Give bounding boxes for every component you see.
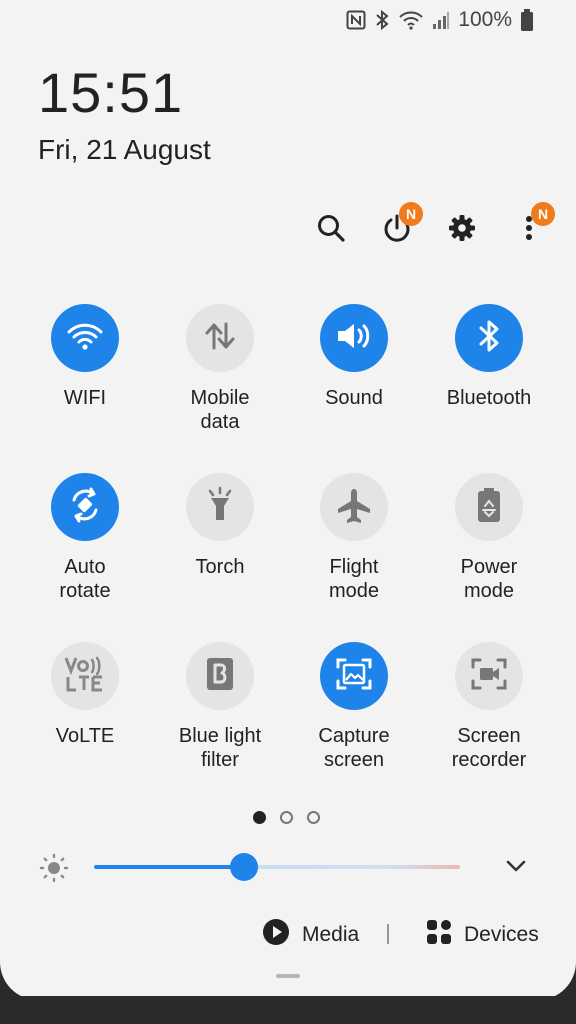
mobile-data-icon	[203, 321, 237, 356]
tile-mobile-data-toggle[interactable]	[186, 304, 254, 372]
page-indicator	[253, 811, 320, 824]
search-button[interactable]	[307, 206, 355, 254]
media-label: Media	[302, 923, 360, 946]
tile-label: Sound	[325, 387, 383, 409]
tile-capture-screen-toggle[interactable]	[320, 642, 388, 710]
clock-date: Fri, 21 August	[38, 134, 211, 165]
tile-label: VoLTE	[55, 725, 115, 747]
tile-capture-screen[interactable]: Capture screen	[287, 642, 421, 772]
screen-recorder-icon	[470, 657, 508, 696]
tile-screen-recorder[interactable]: Screen recorder	[422, 642, 556, 772]
tile-screen-recorder-toggle[interactable]	[455, 642, 523, 710]
page-dot[interactable]	[253, 811, 266, 824]
tile-bluetooth-toggle[interactable]	[455, 304, 523, 372]
tile-volte[interactable]: VoLTE	[18, 642, 152, 748]
drag-handle[interactable]	[276, 974, 300, 978]
tile-label: Torch	[195, 556, 245, 578]
tile-label: Flight mode	[328, 556, 380, 602]
settings-button[interactable]	[438, 206, 486, 254]
tile-wifi[interactable]: WIFI	[18, 304, 152, 410]
signal-icon	[432, 10, 450, 30]
chevron-down-icon[interactable]	[505, 855, 527, 882]
devices-button[interactable]: Devices	[426, 915, 539, 955]
airplane-icon	[335, 486, 373, 529]
battery-icon	[520, 9, 534, 31]
play-icon	[262, 918, 290, 952]
torch-icon	[205, 486, 235, 529]
tile-label: WIFI	[63, 387, 107, 409]
tile-flight-mode-toggle[interactable]	[320, 473, 388, 541]
tile-power-mode[interactable]: Power mode	[422, 473, 556, 603]
tile-blue-light-filter[interactable]: Blue light filter	[153, 642, 287, 772]
tile-auto-rotate-toggle[interactable]	[51, 473, 119, 541]
sound-icon	[334, 320, 374, 357]
gear-icon	[447, 213, 477, 248]
media-button[interactable]: Media	[262, 915, 359, 955]
tile-torch[interactable]: Torch	[153, 473, 287, 579]
tile-blue-light-filter-toggle[interactable]	[186, 642, 254, 710]
tile-auto-rotate[interactable]: Auto rotate	[18, 473, 152, 603]
brightness-control	[0, 845, 576, 889]
tile-torch-toggle[interactable]	[186, 473, 254, 541]
power-mode-icon	[476, 486, 502, 529]
bluetooth-status-icon	[374, 9, 390, 31]
auto-rotate-icon	[66, 486, 104, 529]
wifi-icon	[66, 321, 104, 356]
notification-badge: N	[531, 202, 555, 226]
tile-sound-toggle[interactable]	[320, 304, 388, 372]
background-strip	[0, 996, 576, 1024]
quick-panel: 100% 15:51 Fri, 21 August N N WIFI Mobil…	[0, 0, 576, 1000]
tile-label: Capture screen	[318, 725, 390, 771]
clock-time: 15:51	[38, 61, 184, 124]
tile-mobile-data[interactable]: Mobile data	[153, 304, 287, 434]
search-icon	[316, 213, 346, 248]
status-bar: 100%	[346, 8, 534, 32]
tile-label: Auto rotate	[59, 556, 111, 602]
nfc-icon	[346, 10, 366, 30]
tile-label: Power mode	[460, 556, 518, 602]
power-button[interactable]: N	[373, 202, 423, 254]
devices-icon	[426, 919, 452, 951]
tile-bluetooth[interactable]: Bluetooth	[422, 304, 556, 410]
capture-screen-icon	[335, 657, 373, 696]
battery-percent: 100%	[458, 8, 512, 31]
notification-badge: N	[399, 202, 423, 226]
tile-sound[interactable]: Sound	[287, 304, 421, 410]
brightness-slider-thumb[interactable]	[230, 853, 259, 881]
tile-label: Bluetooth	[446, 387, 532, 409]
tile-volte-toggle[interactable]	[51, 642, 119, 710]
panel-actions: N N	[0, 202, 576, 256]
tile-wifi-toggle[interactable]	[51, 304, 119, 372]
blue-light-icon	[205, 656, 235, 697]
divider	[387, 924, 389, 944]
devices-label: Devices	[464, 923, 539, 946]
page-dot[interactable]	[280, 811, 293, 824]
tile-flight-mode[interactable]: Flight mode	[287, 473, 421, 603]
brightness-slider[interactable]	[94, 865, 460, 869]
tile-label: Mobile data	[190, 387, 250, 433]
more-options-button[interactable]: N	[505, 202, 555, 254]
page-dot[interactable]	[307, 811, 320, 824]
bluetooth-icon	[477, 319, 501, 358]
wifi-status-icon	[398, 10, 424, 30]
tile-label: Blue light filter	[178, 725, 262, 771]
tile-power-mode-toggle[interactable]	[455, 473, 523, 541]
volte-icon	[63, 655, 107, 698]
brightness-icon	[38, 852, 70, 889]
tile-label: Screen recorder	[451, 725, 527, 771]
